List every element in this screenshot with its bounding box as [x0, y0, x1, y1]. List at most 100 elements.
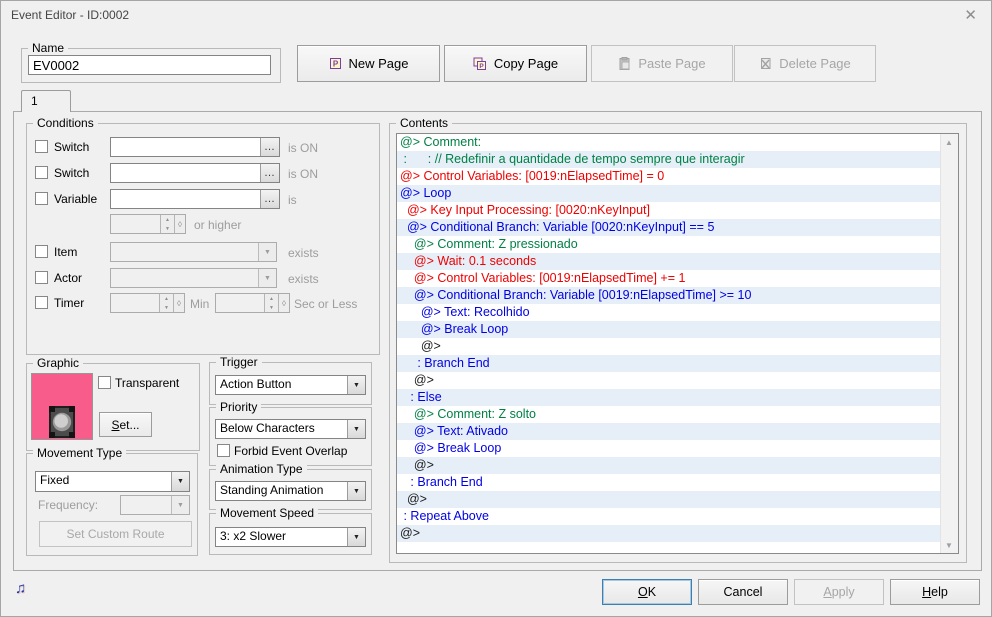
item-select-value	[111, 243, 258, 261]
event-name-input[interactable]	[28, 55, 271, 75]
event-command-row[interactable]: @> Control Variables: [0019:nElapsedTime…	[397, 168, 941, 185]
event-command-row[interactable]: @>	[397, 338, 941, 355]
switch1-browse-button[interactable]: …	[260, 138, 279, 156]
variable-label: Variable	[54, 192, 97, 206]
movement-speed-group: Movement Speed 3: x2 Slower ▼	[209, 513, 372, 555]
spin-down-icon[interactable]: ▼	[265, 303, 278, 312]
new-page-icon: P	[329, 57, 342, 70]
timer-checkbox[interactable]	[35, 296, 48, 309]
event-command-row[interactable]: : Branch End	[397, 355, 941, 372]
new-page-button[interactable]: P New Page	[297, 45, 440, 82]
switch1-label: Switch	[54, 140, 89, 154]
graphic-preview[interactable]	[31, 373, 93, 440]
contents-scrollbar[interactable]: ▲ ▼	[940, 134, 958, 553]
spin-up-icon[interactable]: ▲	[265, 294, 278, 303]
variable-checkbox[interactable]	[35, 192, 48, 205]
variable-spinner-arrows: ▲▼	[160, 215, 174, 233]
switch2-checkbox[interactable]	[35, 166, 48, 179]
scroll-down-icon[interactable]: ▼	[941, 537, 957, 553]
chevron-down-icon: ▼	[171, 472, 189, 491]
set-graphic-label: Set...	[111, 418, 139, 432]
variable-value-spinner: ▲▼ ◊	[110, 214, 186, 234]
ok-button[interactable]: OK	[602, 579, 692, 605]
event-command-row[interactable]: : Else	[397, 389, 941, 406]
graphic-group-label: Graphic	[33, 356, 83, 370]
help-label: Help	[922, 585, 948, 599]
conditions-group-label: Conditions	[33, 116, 98, 130]
event-command-row[interactable]: @> Control Variables: [0019:nElapsedTime…	[397, 270, 941, 287]
spin-up-icon[interactable]: ▲	[161, 215, 174, 224]
cancel-label: Cancel	[724, 585, 763, 599]
switch1-checkbox[interactable]	[35, 140, 48, 153]
movement-type-select[interactable]: Fixed ▼	[35, 471, 190, 492]
chevron-down-icon: ▼	[347, 482, 365, 500]
event-command-row[interactable]: : : // Redefinir a quantidade de tempo s…	[397, 151, 941, 168]
event-editor-dialog: Event Editor - ID:0002 ✕ Name P New Page…	[0, 0, 992, 617]
spinner-diamond-icon: ◊	[173, 294, 184, 312]
item-suffix: exists	[288, 246, 319, 260]
priority-select[interactable]: Below Characters ▼	[215, 419, 366, 439]
variable-field: …	[110, 189, 280, 209]
transparent-checkbox[interactable]	[98, 376, 111, 389]
cancel-button[interactable]: Cancel	[698, 579, 788, 605]
actor-checkbox[interactable]	[35, 271, 48, 284]
spin-down-icon[interactable]: ▼	[160, 303, 173, 312]
event-command-row[interactable]: @>	[397, 525, 941, 542]
event-command-row[interactable]: @> Comment: Z solto	[397, 406, 941, 423]
help-button[interactable]: Help	[890, 579, 980, 605]
trigger-select[interactable]: Action Button ▼	[215, 375, 366, 395]
event-command-row[interactable]: @> Text: Recolhido	[397, 304, 941, 321]
actor-select-value	[111, 269, 258, 287]
music-note-icon: ♫	[15, 580, 26, 597]
timer-min-label: Min	[190, 297, 209, 311]
event-command-row[interactable]: @> Text: Ativado	[397, 423, 941, 440]
set-graphic-button[interactable]: Set...	[99, 412, 152, 437]
close-icon[interactable]: ✕	[964, 6, 977, 24]
event-command-row[interactable]: @> Loop	[397, 185, 941, 202]
event-command-row[interactable]: @> Conditional Branch: Variable [0019:nE…	[397, 287, 941, 304]
contents-listbox[interactable]: @> Comment: : : // Redefinir a quantidad…	[396, 133, 959, 554]
animation-type-group: Animation Type Standing Animation ▼	[209, 469, 372, 510]
switch2-field: …	[110, 163, 280, 183]
movement-speed-select[interactable]: 3: x2 Slower ▼	[215, 527, 366, 547]
priority-group-label: Priority	[216, 400, 261, 414]
chevron-down-icon: ▼	[258, 269, 276, 287]
variable-browse-button[interactable]: …	[260, 190, 279, 208]
event-command-row[interactable]: @>	[397, 457, 941, 474]
item-select: ▼	[110, 242, 277, 262]
contents-list: @> Comment: : : // Redefinir a quantidad…	[397, 134, 941, 553]
switch2-suffix: is ON	[288, 167, 318, 181]
page-tab-1[interactable]: 1	[21, 90, 71, 112]
event-sprite	[47, 406, 77, 438]
event-command-row[interactable]: @> Comment:	[397, 134, 941, 151]
animation-type-label: Animation Type	[216, 462, 307, 476]
animation-type-select[interactable]: Standing Animation ▼	[215, 481, 366, 501]
event-command-row[interactable]: @>	[397, 372, 941, 389]
spin-down-icon[interactable]: ▼	[161, 224, 174, 233]
spin-up-icon[interactable]: ▲	[160, 294, 173, 303]
frequency-label: Frequency:	[38, 498, 98, 512]
copy-page-button[interactable]: P Copy Page	[444, 45, 587, 82]
trigger-value: Action Button	[216, 376, 347, 394]
event-command-row[interactable]: @> Break Loop	[397, 440, 941, 457]
chevron-down-icon: ▼	[347, 376, 365, 394]
svg-text:P: P	[332, 60, 338, 69]
event-command-row[interactable]: @> Comment: Z pressionado	[397, 236, 941, 253]
paste-page-label: Paste Page	[638, 56, 705, 71]
switch1-suffix: is ON	[288, 141, 318, 155]
event-command-row[interactable]: @> Conditional Branch: Variable [0020:nK…	[397, 219, 941, 236]
event-command-row[interactable]: @> Break Loop	[397, 321, 941, 338]
item-checkbox[interactable]	[35, 245, 48, 258]
movement-type-label: Movement Type	[33, 446, 126, 460]
event-command-row[interactable]: : Branch End	[397, 474, 941, 491]
switch2-browse-button[interactable]: …	[260, 164, 279, 182]
paste-page-button: Paste Page	[591, 45, 733, 82]
event-command-row[interactable]: : Repeat Above	[397, 508, 941, 525]
event-command-row[interactable]: @> Wait: 0.1 seconds	[397, 253, 941, 270]
event-command-row[interactable]: @> Key Input Processing: [0020:nKeyInput…	[397, 202, 941, 219]
actor-suffix: exists	[288, 272, 319, 286]
forbid-overlap-checkbox[interactable]	[217, 444, 230, 457]
forbid-overlap-label: Forbid Event Overlap	[234, 444, 347, 458]
scroll-up-icon[interactable]: ▲	[941, 134, 957, 150]
event-command-row[interactable]: @>	[397, 491, 941, 508]
